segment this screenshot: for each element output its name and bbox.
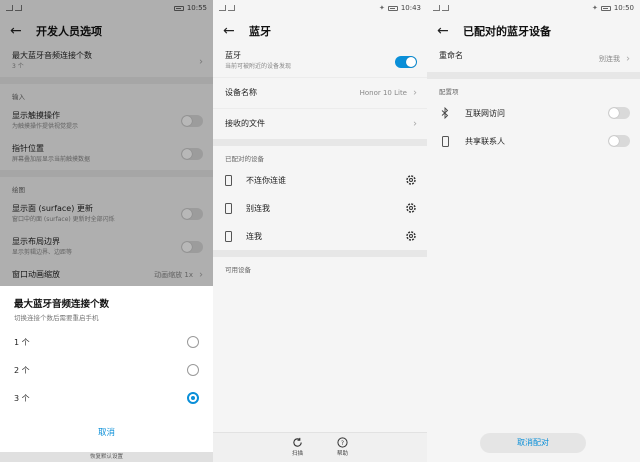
developer-options-screen: 10:55 ← 开发人员选项 最大蓝牙音频连接个数 3 个 › 输入 显示触摸操… — [0, 0, 213, 462]
cancel-button[interactable]: 取消 — [0, 412, 213, 438]
option-label: 1 个 — [14, 337, 30, 347]
section-paired: 已配对的设备 — [225, 155, 264, 163]
back-arrow-icon[interactable]: ← — [223, 24, 245, 38]
device-name-row[interactable]: 设备名称 Honor 10 Lite › — [213, 77, 427, 108]
option-1[interactable]: 1 个 — [0, 328, 213, 356]
page-title: 已配对的蓝牙设备 — [463, 25, 551, 38]
max-bt-audio-dialog: 最大蓝牙音频连接个数 切换连接个数后需要重启手机 1 个 2 个 3 个 取消 … — [0, 286, 213, 462]
bottom-toolbar: 扫描 ? 帮助 — [213, 432, 427, 462]
row-title: 蓝牙 — [225, 51, 241, 60]
bluetooth-status-icon: ✦ — [378, 4, 385, 12]
rename-value: 别连我 — [599, 55, 620, 63]
gear-icon[interactable] — [405, 174, 417, 186]
section-available: 可用设备 — [225, 266, 251, 274]
section-config: 配置项 — [439, 88, 459, 96]
divider — [213, 139, 427, 146]
bluetooth-screen: ✦ 10:43 ← 蓝牙 蓝牙 当前可被附近的设备发现 设备名称 Honor 10… — [213, 0, 427, 462]
help-icon: ? — [337, 437, 348, 448]
option-label: 3 个 — [14, 393, 30, 403]
device-name: 不连你连谁 — [246, 175, 286, 185]
bluetooth-status-icon: ✦ — [591, 4, 598, 12]
gear-icon[interactable] — [405, 202, 417, 214]
battery-icon — [600, 5, 611, 11]
bluetooth-toggle[interactable] — [395, 55, 417, 68]
option-label: 2 个 — [14, 365, 30, 375]
radio-button[interactable] — [187, 336, 199, 348]
help-button[interactable]: ? 帮助 — [337, 433, 348, 462]
option-2[interactable]: 2 个 — [0, 356, 213, 384]
divider — [427, 72, 640, 79]
status-time: 10:43 — [400, 4, 421, 12]
wifi-icon — [442, 5, 449, 11]
bluetooth-switch-row[interactable]: 蓝牙 当前可被附近的设备发现 — [213, 46, 427, 77]
chevron-right-icon: › — [413, 87, 417, 99]
chevron-right-icon: › — [413, 118, 417, 130]
radio-button[interactable] — [187, 364, 199, 376]
radio-button-selected[interactable] — [187, 392, 199, 404]
share-contacts-row[interactable]: 共享联系人 — [427, 127, 640, 155]
device-name-value: Honor 10 Lite — [359, 89, 407, 97]
unpair-button[interactable]: 取消配对 — [480, 433, 586, 453]
signal-icon — [433, 5, 440, 11]
device-name: 连我 — [246, 231, 262, 241]
refresh-icon — [293, 437, 302, 447]
scan-label: 扫描 — [291, 451, 303, 457]
bluetooth-icon — [439, 107, 451, 119]
dialog-subtitle: 切换连接个数后需要重启手机 — [14, 314, 99, 322]
status-time: 10:50 — [613, 4, 634, 12]
paired-device-screen: ✦ 10:50 ← 已配对的蓝牙设备 重命名 别连我 › 配置项 互联网访问 共享… — [427, 0, 640, 462]
phone-icon — [225, 174, 232, 186]
phone-icon — [225, 230, 232, 242]
internet-access-row[interactable]: 互联网访问 — [427, 99, 640, 127]
paired-device-row[interactable]: 不连你连谁 — [213, 166, 427, 194]
option-label: 互联网访问 — [465, 108, 505, 118]
device-name: 别连我 — [246, 203, 270, 213]
help-label: 帮助 — [337, 451, 349, 457]
signal-icon — [219, 5, 226, 11]
internet-access-toggle[interactable] — [608, 107, 630, 119]
app-bar: ← 已配对的蓝牙设备 — [427, 16, 640, 46]
dialog-title: 最大蓝牙音频连接个数 — [14, 299, 110, 310]
row-title: 接收的文件 — [225, 119, 265, 128]
chevron-right-icon: › — [626, 53, 630, 65]
received-files-row[interactable]: 接收的文件 › — [213, 108, 427, 139]
scan-button[interactable]: 扫描 — [292, 433, 303, 462]
rename-row[interactable]: 重命名 别连我 › — [427, 46, 640, 72]
back-arrow-icon[interactable]: ← — [437, 24, 459, 38]
gear-icon[interactable] — [405, 230, 417, 242]
option-3[interactable]: 3 个 — [0, 384, 213, 412]
option-label: 共享联系人 — [465, 136, 505, 146]
svg-text:?: ? — [341, 440, 344, 447]
status-bar: ✦ 10:50 — [427, 0, 640, 16]
paired-device-row[interactable]: 连我 — [213, 222, 427, 250]
phone-icon — [439, 135, 451, 147]
share-contacts-toggle[interactable] — [608, 135, 630, 147]
status-bar: ✦ 10:43 — [213, 0, 427, 16]
wifi-icon — [228, 5, 235, 11]
row-sub: 当前可被附近的设备发现 — [225, 63, 292, 70]
restore-defaults-button[interactable]: 恢复默认设置 — [0, 452, 213, 462]
dim-overlay[interactable] — [0, 0, 213, 286]
page-title: 蓝牙 — [249, 25, 271, 38]
phone-icon — [225, 202, 232, 214]
battery-icon — [387, 5, 398, 11]
divider — [213, 250, 427, 257]
app-bar: ← 蓝牙 — [213, 16, 427, 46]
paired-device-row[interactable]: 别连我 — [213, 194, 427, 222]
